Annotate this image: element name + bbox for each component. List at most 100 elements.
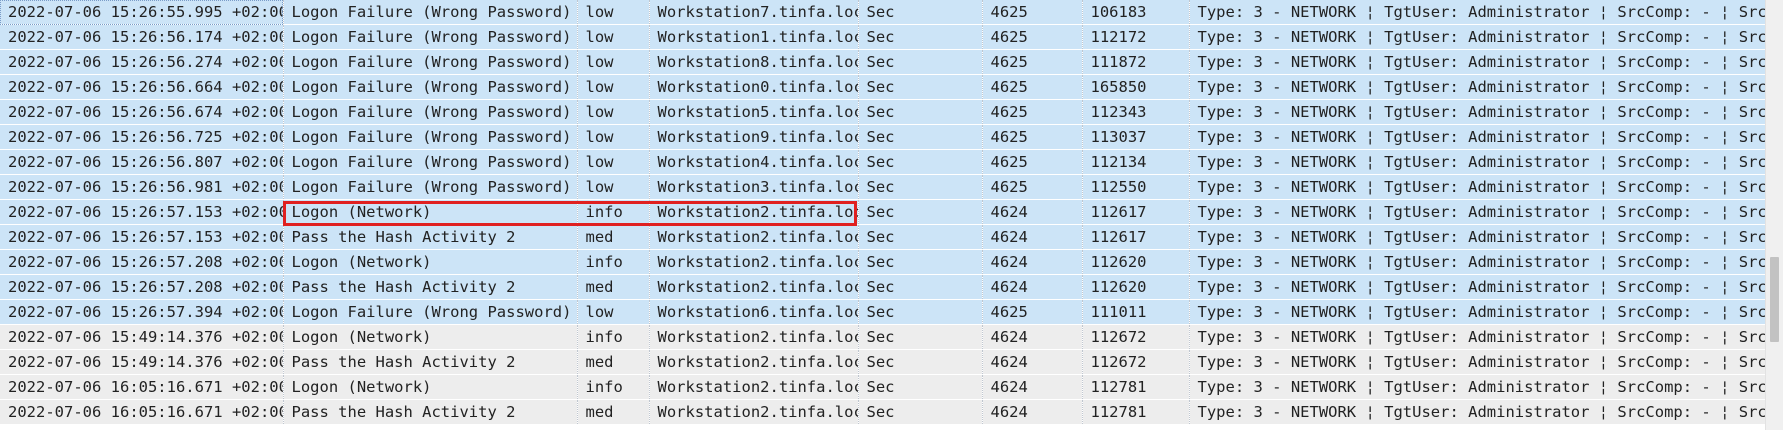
results-table: 2022-07-06 15:26:55.995 +02:00 Logon Fail… [0,0,1765,425]
table-row[interactable]: 2022-07-06 15:26:55.995 +02:00 Logon Fail… [0,0,1765,25]
cell-level: med [577,399,650,425]
cell-details: Type: 3 - NETWORK ¦ TgtUser: Administrat… [1189,299,1765,325]
table-row[interactable]: 2022-07-06 15:26:56.981 +02:00 Logon Fail… [0,174,1765,200]
cell-computer: Workstation2.tinfa.loc [649,274,859,300]
cell-computer: Workstation9.tinfa.loc [649,124,859,150]
cell-event-id: 4625 [982,49,1083,75]
cell-details: Type: 3 - NETWORK ¦ TgtUser: Administrat… [1189,249,1765,275]
cell-channel: Sec [858,299,983,325]
cell-event-id: 4625 [982,174,1083,200]
cell-details: Type: 3 - NETWORK ¦ TgtUser: Administrat… [1189,24,1765,50]
cell-computer: Workstation4.tinfa.loc [649,149,859,175]
cell-event-id: 4625 [982,0,1083,25]
cell-event-id: 4625 [982,149,1083,175]
cell-computer: Workstation5.tinfa.loc [649,99,859,125]
table-row[interactable]: 2022-07-06 15:26:56.174 +02:00 Logon Fail… [0,24,1765,50]
cell-level: low [577,24,650,50]
cell-details: Type: 3 - NETWORK ¦ TgtUser: Administrat… [1189,74,1765,100]
cell-level: med [577,274,650,300]
cell-computer: Workstation2.tinfa.loc [649,324,859,350]
cell-level: low [577,99,650,125]
cell-rule-title: Logon Failure (Wrong Password) [283,49,578,75]
cell-rule-title: Logon Failure (Wrong Password) [283,99,578,125]
table-row[interactable]: 2022-07-06 15:26:57.153 +02:00 Logon (Net… [0,199,1765,225]
cell-rule-title: Logon (Network) [283,199,578,225]
cell-details: Type: 3 - NETWORK ¦ TgtUser: Administrat… [1189,349,1765,375]
cell-computer: Workstation2.tinfa.loc [649,224,859,250]
vertical-scrollbar[interactable] [1765,0,1783,430]
table-row[interactable]: 2022-07-06 15:26:57.394 +02:00 Logon Fail… [0,299,1765,325]
cell-channel: Sec [858,74,983,100]
cell-level: low [577,299,650,325]
cell-rule-title: Logon Failure (Wrong Password) [283,299,578,325]
cell-event-id: 4625 [982,24,1083,50]
cell-record-id: 112617 [1082,199,1190,225]
cell-rule-title: Logon (Network) [283,249,578,275]
table-row[interactable]: 2022-07-06 16:05:16.671 +02:00 Pass the H… [0,399,1765,425]
cell-level: med [577,349,650,375]
cell-timestamp: 2022-07-06 15:26:56.174 +02:00 [0,24,284,50]
cell-level: low [577,174,650,200]
table-row[interactable]: 2022-07-06 15:26:56.274 +02:00 Logon Fail… [0,49,1765,75]
cell-timestamp: 2022-07-06 15:26:57.153 +02:00 [0,224,284,250]
cell-channel: Sec [858,274,983,300]
table-row[interactable]: 2022-07-06 16:05:16.671 +02:00 Logon (Net… [0,374,1765,400]
cell-record-id: 112781 [1082,374,1190,400]
cell-timestamp: 2022-07-06 15:26:56.981 +02:00 [0,174,284,200]
cell-channel: Sec [858,249,983,275]
cell-rule-title: Pass the Hash Activity 2 [283,399,578,425]
table-row[interactable]: 2022-07-06 15:26:56.807 +02:00 Logon Fail… [0,149,1765,175]
cell-details: Type: 3 - NETWORK ¦ TgtUser: Administrat… [1189,399,1765,425]
table-row[interactable]: 2022-07-06 15:26:57.153 +02:00 Pass the H… [0,224,1765,250]
cell-channel: Sec [858,174,983,200]
table-row[interactable]: 2022-07-06 15:26:57.208 +02:00 Pass the H… [0,274,1765,300]
cell-details: Type: 3 - NETWORK ¦ TgtUser: Administrat… [1189,149,1765,175]
cell-details: Type: 3 - NETWORK ¦ TgtUser: Administrat… [1189,124,1765,150]
cell-level: low [577,124,650,150]
table-row[interactable]: 2022-07-06 15:26:57.208 +02:00 Logon (Net… [0,249,1765,275]
cell-timestamp: 2022-07-06 15:26:56.807 +02:00 [0,149,284,175]
cell-record-id: 112620 [1082,274,1190,300]
cell-rule-title: Logon Failure (Wrong Password) [283,24,578,50]
cell-event-id: 4624 [982,399,1083,425]
results-table-container: 2022-07-06 15:26:55.995 +02:00 Logon Fail… [0,0,1765,430]
cell-record-id: 112343 [1082,99,1190,125]
cell-level: low [577,0,650,25]
cell-channel: Sec [858,0,983,25]
cell-rule-title: Pass the Hash Activity 2 [283,224,578,250]
cell-event-id: 4625 [982,124,1083,150]
cell-timestamp: 2022-07-06 15:26:55.995 +02:00 [0,0,284,25]
cell-event-id: 4624 [982,199,1083,225]
cell-record-id: 112550 [1082,174,1190,200]
cell-record-id: 112672 [1082,349,1190,375]
cell-timestamp: 2022-07-06 15:26:56.725 +02:00 [0,124,284,150]
cell-details: Type: 3 - NETWORK ¦ TgtUser: Administrat… [1189,199,1765,225]
cell-record-id: 112781 [1082,399,1190,425]
cell-event-id: 4624 [982,324,1083,350]
cell-record-id: 111011 [1082,299,1190,325]
cell-computer: Workstation0.tinfa.loc [649,74,859,100]
cell-computer: Workstation7.tinfa.loc [649,0,859,25]
cell-event-id: 4625 [982,299,1083,325]
cell-record-id: 112672 [1082,324,1190,350]
cell-computer: Workstation1.tinfa.loc [649,24,859,50]
cell-event-id: 4625 [982,99,1083,125]
cell-level: info [577,374,650,400]
table-row[interactable]: 2022-07-06 15:26:56.664 +02:00 Logon Fail… [0,74,1765,100]
cell-computer: Workstation2.tinfa.loc [649,399,859,425]
table-row[interactable]: 2022-07-06 15:49:14.376 +02:00 Pass the H… [0,349,1765,375]
cell-details: Type: 3 - NETWORK ¦ TgtUser: Administrat… [1189,224,1765,250]
cell-record-id: 106183 [1082,0,1190,25]
table-row[interactable]: 2022-07-06 15:26:56.725 +02:00 Logon Fail… [0,124,1765,150]
cell-details: Type: 3 - NETWORK ¦ TgtUser: Administrat… [1189,49,1765,75]
cell-channel: Sec [858,124,983,150]
cell-rule-title: Logon (Network) [283,324,578,350]
table-row[interactable]: 2022-07-06 15:26:56.674 +02:00 Logon Fail… [0,99,1765,125]
cell-timestamp: 2022-07-06 15:49:14.376 +02:00 [0,324,284,350]
cell-record-id: 165850 [1082,74,1190,100]
cell-timestamp: 2022-07-06 16:05:16.671 +02:00 [0,374,284,400]
table-row[interactable]: 2022-07-06 15:49:14.376 +02:00 Logon (Net… [0,324,1765,350]
scrollbar-thumb[interactable] [1770,257,1779,342]
cell-timestamp: 2022-07-06 15:26:57.153 +02:00 [0,199,284,225]
cell-timestamp: 2022-07-06 15:49:14.376 +02:00 [0,349,284,375]
